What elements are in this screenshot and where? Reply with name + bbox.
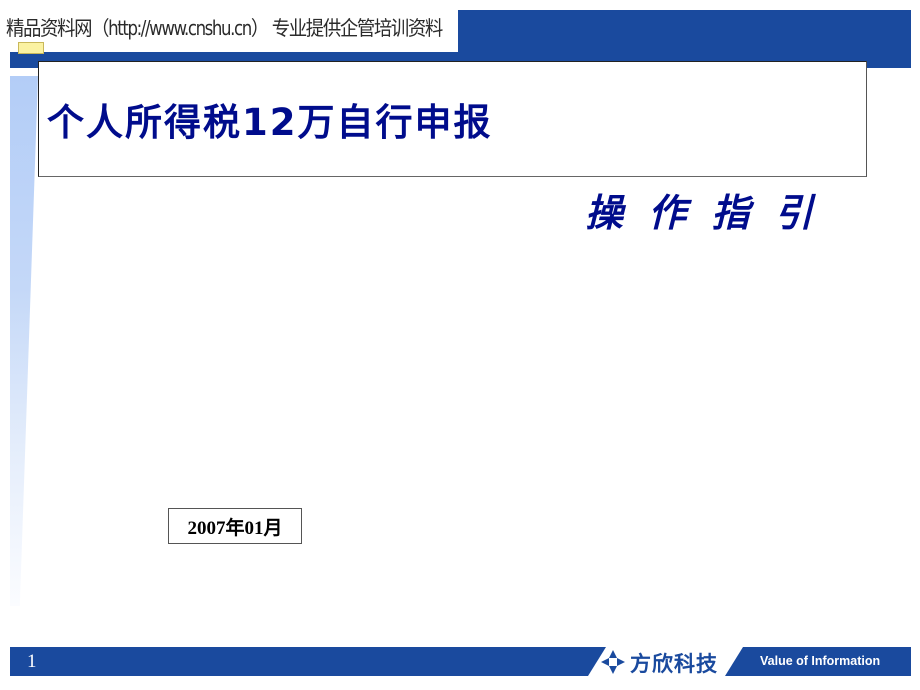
watermark-text: 精品资料网（http://www.cnshu.cn） 专业提供企管培训资料: [6, 15, 443, 40]
date-box: 2007年01月: [168, 508, 302, 544]
yellow-accent-square: [18, 42, 44, 54]
title-box: 个人所得税12万自行申报: [38, 61, 867, 177]
slide-title: 个人所得税12万自行申报: [47, 101, 493, 144]
diamond-star-logo-icon: [601, 650, 625, 674]
date-text: 2007年01月: [187, 517, 283, 539]
company-slogan: Value of Information: [760, 654, 881, 668]
slide-subtitle: 操 作 指 引: [585, 190, 819, 235]
watermark-banner: 精品资料网（http://www.cnshu.cn） 专业提供企管培训资料: [0, 0, 458, 52]
page-number: 1: [27, 651, 37, 672]
company-name: 方欣科技: [630, 652, 718, 676]
left-gradient-stripe: [10, 76, 38, 606]
